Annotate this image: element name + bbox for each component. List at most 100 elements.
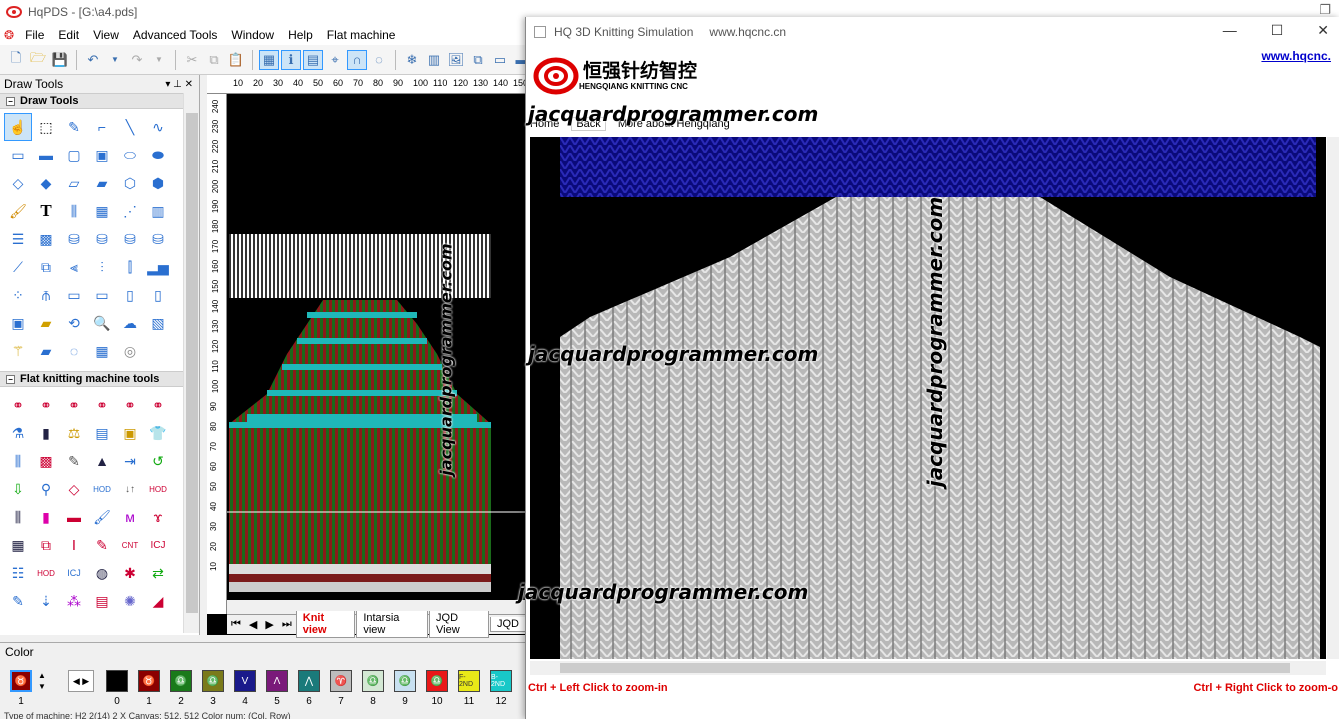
image-tool-icon[interactable]: ▧ xyxy=(144,309,172,337)
color-swatch[interactable]: ♎ xyxy=(362,670,384,692)
hod-red-icon[interactable]: HOD xyxy=(144,475,172,503)
windows-icon[interactable]: ⧉ xyxy=(468,50,488,70)
tile-icon[interactable]: ▦ xyxy=(88,337,116,365)
tie-icon[interactable]: ɤ xyxy=(144,503,172,531)
app-menu-icon[interactable]: ❂ xyxy=(4,28,14,42)
menu-window[interactable]: Window xyxy=(224,28,281,42)
fill-bucket2-icon[interactable]: ⛁ xyxy=(88,225,116,253)
curve-icon[interactable]: ∩ xyxy=(347,49,367,70)
red-grid-icon[interactable]: ▩ xyxy=(32,447,60,475)
rotate-icon[interactable]: ⟲ xyxy=(60,309,88,337)
info-icon[interactable]: ℹ xyxy=(281,49,301,70)
bar-chart-icon[interactable]: ▂▅ xyxy=(144,253,172,281)
menu-flat-machine[interactable]: Flat machine xyxy=(320,28,403,42)
swap-icon[interactable]: ⇄ xyxy=(144,559,172,587)
sim-horizontal-scrollbar[interactable] xyxy=(530,661,1326,675)
section-draw-tools[interactable]: − Draw Tools xyxy=(0,93,199,109)
maximize-icon[interactable]: ☐ xyxy=(1271,22,1284,39)
bars-icon[interactable]: ▥ xyxy=(144,197,172,225)
gradient-icon[interactable]: ▮ xyxy=(32,503,60,531)
tab-jqd[interactable]: JQD xyxy=(490,617,526,632)
filled-ellipse-icon[interactable]: ⬬ xyxy=(144,141,172,169)
stitch-tool-icon[interactable]: ⚭ xyxy=(116,391,144,419)
stitch-tool-icon[interactable]: ⚭ xyxy=(32,391,60,419)
color-swatch[interactable]: ♉ xyxy=(138,670,160,692)
tab-nav-last[interactable]: ⏭ xyxy=(278,618,296,631)
diamond-icon[interactable]: ◇ xyxy=(4,169,32,197)
stripes-icon[interactable]: ▤ xyxy=(88,587,116,615)
snowflake-icon[interactable]: ❄ xyxy=(402,50,422,70)
new-file-icon[interactable]: 🗋 xyxy=(6,50,26,70)
sweater-icon[interactable]: 👕 xyxy=(144,419,172,447)
scatter-icon[interactable]: ⁘ xyxy=(4,281,32,309)
image-icon[interactable]: 🖼 xyxy=(446,50,466,70)
stitch-tool-icon[interactable]: ⚭ xyxy=(60,391,88,419)
menu-edit[interactable]: Edit xyxy=(51,28,86,42)
menu-view[interactable]: View xyxy=(86,28,126,42)
eraser-icon[interactable]: ▰ xyxy=(32,309,60,337)
text-icon[interactable]: T xyxy=(32,197,60,225)
tab-jqd-view[interactable]: JQD View xyxy=(429,611,489,638)
color-swatch[interactable]: ♎ xyxy=(170,670,192,692)
copy-red-icon[interactable]: ⧉ xyxy=(32,531,60,559)
cloud-icon[interactable]: ☁ xyxy=(116,309,144,337)
warning-icon[interactable]: ▲ xyxy=(88,447,116,475)
frame-tool-icon[interactable]: ▣ xyxy=(4,309,32,337)
brush-icon[interactable]: 🖌 xyxy=(4,197,32,225)
fill-bucket-icon[interactable]: ⛁ xyxy=(60,225,88,253)
cnt-icon[interactable]: CNT xyxy=(116,531,144,559)
knit-design-canvas[interactable] xyxy=(227,94,527,600)
red-block-icon[interactable]: ▬ xyxy=(60,503,88,531)
wand-icon[interactable]: ⟋ xyxy=(4,253,32,281)
book-icon[interactable]: ▮ xyxy=(32,419,60,447)
undo-dropdown-icon[interactable]: ▼ xyxy=(105,50,125,70)
redo-dropdown-icon[interactable]: ▼ xyxy=(149,50,169,70)
dropper-icon[interactable]: ⚲ xyxy=(32,475,60,503)
edit-tool-icon[interactable]: ✎ xyxy=(88,531,116,559)
close-icon[interactable]: ✕ xyxy=(1317,22,1329,39)
spool-icon[interactable]: ▣ xyxy=(116,419,144,447)
diagonal-pattern-icon[interactable]: ⋰ xyxy=(116,197,144,225)
m-pattern-icon[interactable]: ᴍ xyxy=(116,503,144,531)
yarn-icon[interactable]: ⚗ xyxy=(4,419,32,447)
undo-icon[interactable]: ↶ xyxy=(83,50,103,70)
collapse-icon[interactable]: − xyxy=(6,374,15,384)
icj-box-icon[interactable]: ICJ xyxy=(60,559,88,587)
align-left-icon[interactable]: ⫷ xyxy=(60,253,88,281)
line-icon[interactable]: ╲ xyxy=(116,113,144,141)
hqcnc-link[interactable]: www.hqcnc. xyxy=(1261,49,1331,63)
stitch-tool-icon[interactable]: ⚭ xyxy=(4,391,32,419)
tab-knit-view[interactable]: Knit view xyxy=(295,611,356,638)
paste-icon[interactable]: 📋 xyxy=(226,50,246,70)
figure-icon[interactable]: ✱ xyxy=(116,559,144,587)
columns-icon[interactable]: ⫼ xyxy=(60,197,88,225)
color-swatch[interactable]: Λ xyxy=(266,670,288,692)
parallelogram-icon[interactable]: ▱ xyxy=(60,169,88,197)
monitor-icon[interactable]: ▭ xyxy=(88,281,116,309)
color-swatch[interactable]: ♎ xyxy=(202,670,224,692)
grid-pattern-icon[interactable]: ▦ xyxy=(88,197,116,225)
lasso-icon[interactable]: ◌ xyxy=(60,337,88,365)
rounded-rect-icon[interactable]: ▢ xyxy=(60,141,88,169)
window-icon[interactable]: ▭ xyxy=(60,281,88,309)
zoom-icon[interactable]: 🔍 xyxy=(88,309,116,337)
menu-file[interactable]: File xyxy=(18,28,51,42)
scroll-thumb[interactable] xyxy=(186,113,198,613)
hod-box-icon[interactable]: HOD xyxy=(32,559,60,587)
copy-icon[interactable]: ⧉ xyxy=(204,50,224,70)
split-icon[interactable]: ↓↑ xyxy=(116,475,144,503)
scale-icon[interactable]: ⚖ xyxy=(60,419,88,447)
fill-bucket3-icon[interactable]: ⛁ xyxy=(116,225,144,253)
panel-icon[interactable]: ▯ xyxy=(116,281,144,309)
align-center-icon[interactable]: ⫶ xyxy=(88,253,116,281)
filled-diamond-icon[interactable]: ◆ xyxy=(32,169,60,197)
stack-icon[interactable]: ▤ xyxy=(88,419,116,447)
tab-nav-first[interactable]: ⏮ xyxy=(227,618,245,631)
download-icon[interactable]: ⇩ xyxy=(4,475,32,503)
redo-icon[interactable]: ↷ xyxy=(127,50,147,70)
pencil-icon[interactable]: ✎ xyxy=(60,113,88,141)
tab-intarsia-view[interactable]: Intarsia view xyxy=(356,611,429,638)
tab-nav-next[interactable]: ▶ xyxy=(261,618,277,631)
filled-hexagon-icon[interactable]: ⬢ xyxy=(144,169,172,197)
color-swatch[interactable]: V xyxy=(234,670,256,692)
